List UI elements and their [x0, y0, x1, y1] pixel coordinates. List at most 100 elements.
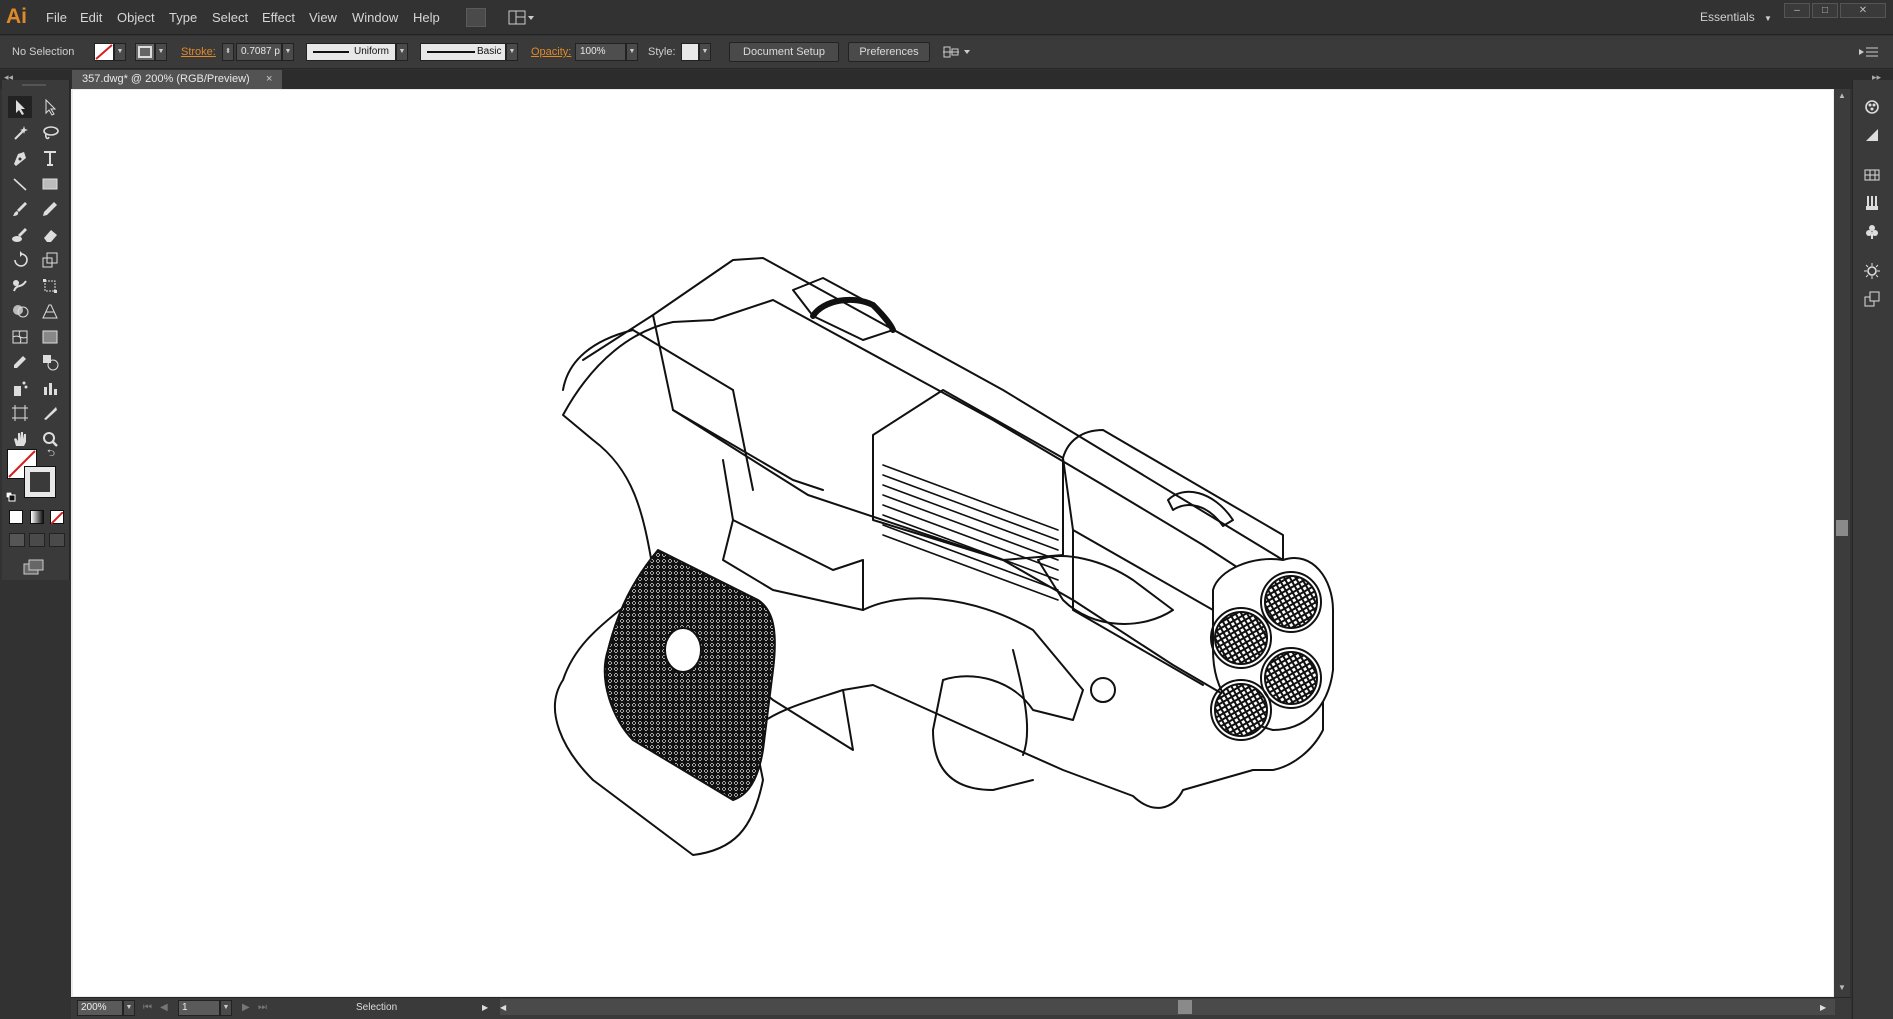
color-panel-panel-button[interactable] [1860, 96, 1884, 118]
column-graph-tool-button[interactable] [38, 377, 62, 399]
eraser-tool-button[interactable] [38, 224, 62, 246]
fill-dropdown[interactable]: ▼ [114, 43, 126, 61]
draw-behind-icon[interactable] [29, 533, 45, 547]
gradient-tool-button[interactable] [38, 326, 62, 348]
layers-panel-button[interactable] [1860, 288, 1884, 310]
line-tool-button[interactable] [8, 173, 32, 195]
default-fill-stroke-icon[interactable] [5, 489, 16, 502]
rectangle-tool-button[interactable] [38, 173, 62, 195]
eyedropper-tool-button[interactable] [8, 351, 32, 373]
scroll-right-icon[interactable]: ▶ [1820, 997, 1826, 1019]
preferences-button[interactable]: Preferences [848, 42, 930, 62]
profile-dropdown[interactable]: ▼ [396, 43, 408, 61]
draw-inside-icon[interactable] [49, 533, 65, 547]
first-artboard-icon[interactable]: ⏮ [143, 997, 152, 1019]
arrange-align-button[interactable] [942, 43, 972, 61]
color-mode-icon[interactable] [9, 510, 23, 524]
document-setup-button[interactable]: Document Setup [729, 42, 839, 62]
last-artboard-icon[interactable]: ⏭ [258, 997, 267, 1019]
perspective-grid-tool-button[interactable] [38, 300, 62, 322]
arrange-documents-button[interactable] [506, 8, 536, 27]
paintbrush-tool-button[interactable] [8, 198, 32, 220]
scale-tool-button[interactable] [38, 249, 62, 271]
brush-definition[interactable]: Basic [420, 43, 506, 61]
none-mode-icon[interactable] [50, 510, 64, 525]
pen-tool-button[interactable] [8, 147, 32, 169]
artboard-number-field[interactable]: 1 [178, 1000, 220, 1016]
horizontal-scrollbar[interactable] [500, 999, 1835, 1015]
blend-tool-button[interactable] [38, 351, 62, 373]
vertical-scrollbar[interactable] [1834, 89, 1850, 997]
appearance-panel-button[interactable] [1860, 260, 1884, 282]
hand-tool-button[interactable] [8, 428, 32, 450]
graphic-style-dropdown[interactable]: ▼ [699, 43, 711, 61]
menu-edit[interactable]: Edit [80, 0, 102, 35]
stroke-color-box[interactable] [24, 466, 56, 498]
shape-builder-tool-button[interactable] [8, 300, 32, 322]
selection-tool-button[interactable] [8, 96, 32, 118]
warp-tool-button[interactable] [8, 275, 32, 297]
previous-artboard-icon[interactable]: ◀ [160, 997, 168, 1019]
draw-normal-icon[interactable] [9, 533, 25, 547]
menu-window[interactable]: Window [352, 0, 398, 35]
stroke-weight-field[interactable]: 0.7087 p [236, 43, 282, 61]
graphic-style-swatch[interactable] [681, 43, 699, 61]
scroll-left-icon[interactable]: ◀ [500, 997, 506, 1019]
close-icon[interactable]: × [266, 70, 280, 89]
zoom-dropdown[interactable]: ▼ [123, 1000, 135, 1016]
pencil-tool-button[interactable] [38, 198, 62, 220]
current-tool-status[interactable]: Selection [356, 997, 397, 1019]
fill-swatch[interactable] [94, 43, 114, 61]
swap-fill-stroke-icon[interactable]: ⮌ [47, 448, 59, 460]
scroll-down-icon[interactable]: ▼ [1836, 983, 1848, 993]
color-guide-panel-button[interactable] [1860, 124, 1884, 146]
stroke-weight-dropdown[interactable]: ▼ [282, 43, 294, 61]
opacity-label[interactable]: Opacity: [531, 36, 571, 69]
lasso-tool-button[interactable] [38, 122, 62, 144]
rotate-tool-button[interactable] [8, 249, 32, 271]
gradient-mode-icon[interactable] [30, 510, 44, 524]
brush-dropdown[interactable]: ▼ [506, 43, 518, 61]
menu-select[interactable]: Select [212, 0, 248, 35]
minimize-button[interactable]: – [1784, 3, 1810, 18]
stroke-swatch[interactable] [135, 43, 155, 61]
menu-type[interactable]: Type [169, 0, 197, 35]
status-menu-icon[interactable]: ▶ [482, 997, 488, 1019]
stroke-weight-stepper[interactable]: ⬍ [222, 43, 234, 61]
artboard-dropdown[interactable]: ▼ [220, 1000, 232, 1016]
document-tab[interactable]: 357.dwg* @ 200% (RGB/Preview) [72, 70, 282, 89]
direct-selection-tool-button[interactable] [38, 96, 62, 118]
next-artboard-icon[interactable]: ▶ [242, 997, 250, 1019]
toolbox-grip[interactable] [22, 84, 46, 86]
vertical-scroll-thumb[interactable] [1836, 520, 1848, 536]
opacity-field[interactable]: 100% [575, 43, 626, 61]
blob-brush-tool-button[interactable] [8, 224, 32, 246]
zoom-level-field[interactable]: 200% [77, 1000, 123, 1016]
type-tool-button[interactable] [38, 147, 62, 169]
symbols-panel-button[interactable] [1860, 220, 1884, 242]
menu-help[interactable]: Help [413, 0, 440, 35]
menu-object[interactable]: Object [117, 0, 155, 35]
variable-width-profile[interactable]: Uniform [306, 43, 396, 61]
menu-file[interactable]: File [46, 0, 67, 35]
mesh-tool-button[interactable] [8, 326, 32, 348]
horizontal-scroll-thumb[interactable] [1178, 1000, 1192, 1014]
change-screen-mode-icon[interactable] [22, 558, 46, 576]
maximize-button[interactable]: □ [1812, 3, 1838, 18]
menu-effect[interactable]: Effect [262, 0, 295, 35]
menu-view[interactable]: View [309, 0, 337, 35]
artboard-tool-button[interactable] [8, 402, 32, 424]
slice-tool-button[interactable] [38, 402, 62, 424]
workspace-switcher[interactable]: Essentials ▼ [1700, 0, 1772, 35]
magic-wand-tool-button[interactable] [8, 122, 32, 144]
go-to-bridge-button[interactable] [466, 8, 486, 27]
stroke-label[interactable]: Stroke: [181, 36, 216, 69]
artboard[interactable] [73, 90, 1833, 996]
scroll-up-icon[interactable]: ▲ [1836, 91, 1848, 101]
opacity-dropdown[interactable]: ▼ [626, 43, 638, 61]
stroke-dropdown[interactable]: ▼ [155, 43, 167, 61]
symbol-sprayer-tool-button[interactable] [8, 377, 32, 399]
swatches-panel-button[interactable] [1860, 164, 1884, 186]
brushes-panel-button[interactable] [1860, 192, 1884, 214]
zoom-tool-button[interactable] [38, 428, 62, 450]
